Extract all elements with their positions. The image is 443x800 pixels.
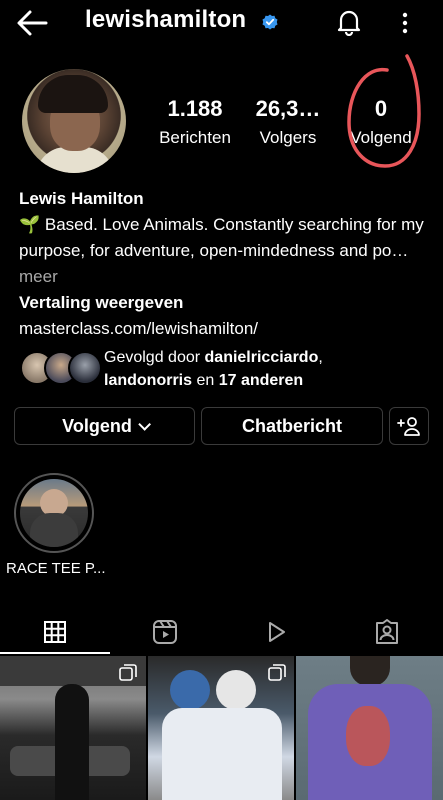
profile-bio: Lewis Hamilton 🌱 Based. Love Animals. Co… bbox=[19, 186, 429, 342]
bio-more-link[interactable]: meer bbox=[19, 267, 58, 286]
followed-by-prefix: Gevolgd door bbox=[104, 349, 205, 366]
follower-avatar bbox=[68, 351, 102, 385]
following-button[interactable]: Volgend bbox=[14, 407, 195, 445]
stat-posts-label: Berichten bbox=[159, 128, 231, 147]
top-bar: lewishamilton bbox=[0, 0, 443, 48]
story-highlight-label: RACE TEE P... bbox=[6, 560, 106, 577]
tab-grid[interactable] bbox=[0, 610, 110, 654]
grid-icon bbox=[44, 621, 66, 643]
verified-badge-icon bbox=[262, 14, 278, 30]
profile-avatar[interactable] bbox=[22, 69, 126, 173]
post-thumbnail[interactable] bbox=[0, 656, 146, 800]
multi-post-icon bbox=[119, 664, 137, 682]
stat-followers[interactable]: 26,3… Volgers bbox=[243, 96, 333, 148]
followed-by-text[interactable]: Gevolgd door danielricciardo, landonorris… bbox=[104, 346, 434, 392]
bio-text-body: 🌱 Based. Love Animals. Constantly search… bbox=[19, 215, 424, 260]
multi-post-icon bbox=[268, 664, 286, 682]
message-button-label: Chatbericht bbox=[241, 415, 342, 436]
profile-website-link[interactable]: masterclass.com/lewishamilton/ bbox=[19, 316, 429, 342]
post-thumbnail[interactable] bbox=[148, 656, 294, 800]
back-arrow-icon[interactable] bbox=[14, 8, 50, 38]
stat-posts-value: 1.188 bbox=[167, 96, 223, 121]
reels-icon bbox=[153, 620, 177, 644]
story-highlight[interactable] bbox=[14, 473, 94, 553]
play-icon bbox=[269, 622, 285, 642]
followed-by-user: landonorris bbox=[104, 372, 193, 389]
story-highlight-cover bbox=[20, 479, 88, 547]
followed-by-others: 17 anderen bbox=[218, 372, 304, 389]
post-thumbnail[interactable] bbox=[296, 656, 443, 800]
bio-text: 🌱 Based. Love Animals. Constantly search… bbox=[19, 212, 429, 290]
more-options-icon[interactable] bbox=[396, 10, 414, 36]
following-button-label: Volgend bbox=[62, 415, 132, 436]
active-tab-indicator bbox=[0, 652, 110, 654]
suggested-users-button[interactable] bbox=[389, 407, 429, 445]
annotation-circle bbox=[345, 52, 423, 170]
followed-by-separator: , bbox=[318, 349, 323, 366]
tab-videos[interactable] bbox=[221, 610, 331, 654]
tab-reels[interactable] bbox=[110, 610, 220, 654]
followed-by-avatars[interactable] bbox=[20, 351, 102, 385]
profile-tabs bbox=[0, 610, 443, 654]
stat-followers-label: Volgers bbox=[259, 128, 317, 147]
tagged-person-icon bbox=[376, 619, 398, 644]
notification-bell-icon[interactable] bbox=[336, 8, 362, 37]
tab-tagged[interactable] bbox=[332, 610, 442, 654]
stat-followers-value: 26,3… bbox=[255, 96, 321, 121]
followed-by-conjunction: en bbox=[192, 372, 219, 389]
profile-display-name: Lewis Hamilton bbox=[19, 189, 144, 208]
message-button[interactable]: Chatbericht bbox=[201, 407, 383, 445]
translate-link[interactable]: Vertaling weergeven bbox=[19, 290, 429, 316]
followed-by-user: danielricciardo bbox=[204, 349, 319, 366]
stat-posts[interactable]: 1.188 Berichten bbox=[150, 96, 240, 148]
profile-username: lewishamilton bbox=[85, 6, 247, 33]
chevron-down-icon bbox=[138, 417, 151, 431]
add-person-icon bbox=[397, 417, 420, 436]
